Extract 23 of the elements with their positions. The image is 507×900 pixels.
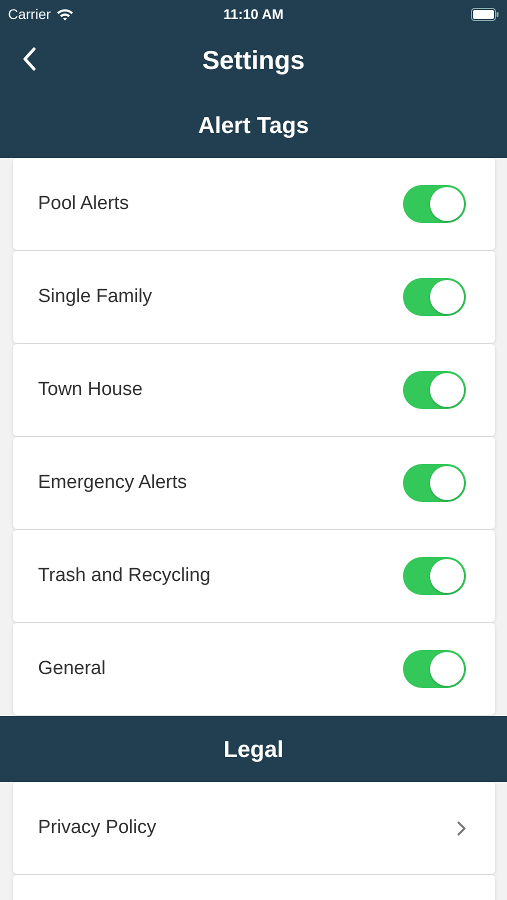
- screen-title: Settings: [202, 44, 305, 76]
- section-title: Alert Tags: [198, 112, 309, 138]
- row-label: Pool Alerts: [38, 193, 129, 215]
- toggle-switch[interactable]: [403, 557, 466, 595]
- row-label: Privacy Policy: [38, 817, 156, 839]
- row-label: Single Family: [38, 286, 152, 308]
- status-time: 11:10 AM: [223, 6, 284, 22]
- chevron-right-icon: [457, 820, 466, 836]
- row-label: Emergency Alerts: [38, 472, 187, 494]
- toggle-switch[interactable]: [403, 278, 466, 316]
- toggle-switch[interactable]: [403, 185, 466, 223]
- wifi-icon: [56, 8, 74, 20]
- row-label: General: [38, 658, 106, 680]
- toggle-switch[interactable]: [403, 371, 466, 409]
- chevron-left-icon: [22, 47, 36, 71]
- toggle-switch[interactable]: [403, 464, 466, 502]
- battery-icon: [471, 8, 499, 20]
- settings-row[interactable]: Privacy Policy: [13, 782, 495, 874]
- row-label: Trash and Recycling: [38, 565, 210, 587]
- toggle-switch[interactable]: [403, 650, 466, 688]
- row-label: Town House: [38, 379, 143, 401]
- section-title: Legal: [223, 736, 284, 762]
- carrier-label: Carrier: [8, 6, 51, 22]
